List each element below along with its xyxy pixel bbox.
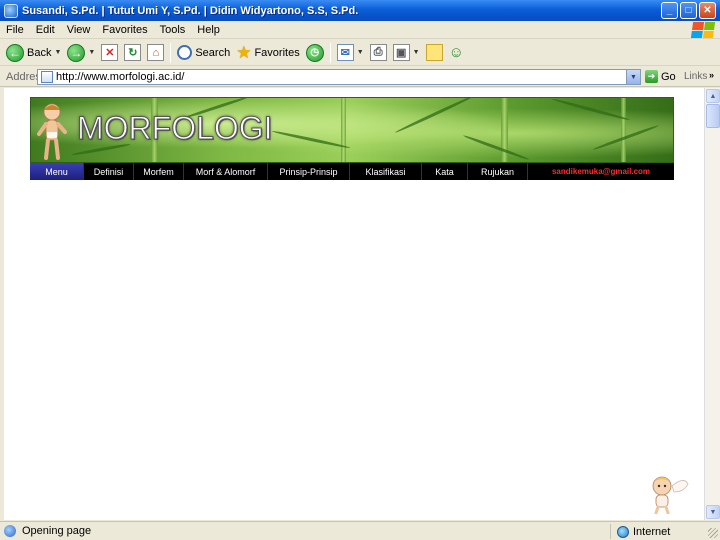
edit-icon: ▣	[392, 44, 410, 61]
nav-klasifikasi[interactable]: Klasifikasi	[350, 163, 422, 180]
favorites-label: Favorites	[254, 46, 300, 59]
nav-email-link[interactable]: sandikemuka@gmail.com	[528, 163, 674, 180]
minimize-button[interactable]: _	[661, 2, 678, 19]
favorites-star-icon: ★	[236, 43, 252, 62]
stop-icon: ✕	[101, 44, 119, 61]
go-button[interactable]: ➔ Go	[645, 70, 676, 83]
bamboo-leaf	[462, 134, 530, 161]
nav-prinsip-prinsip[interactable]: Prinsip-Prinsip	[268, 163, 350, 180]
toolbar: ← Back ▼ → ▼ ✕ ↻ ⌂ Search ★ Favorites ◷ …	[0, 40, 720, 66]
forward-button[interactable]: → ▼	[67, 42, 95, 64]
nav-morfem[interactable]: Morfem	[134, 163, 184, 180]
internet-globe-icon	[617, 525, 629, 538]
edit-dropdown-icon[interactable]: ▼	[413, 49, 420, 56]
address-url[interactable]: http://www.morfologi.ac.id/	[56, 71, 184, 83]
nav-definisi[interactable]: Definisi	[84, 163, 134, 180]
banner-title: MORFOLOGI	[77, 110, 274, 147]
nav-kata[interactable]: Kata	[422, 163, 468, 180]
menu-bar: File Edit View Favorites Tools Help	[0, 21, 720, 39]
edit-button[interactable]: ▣ ▼	[392, 42, 420, 64]
scroll-up-arrow-icon[interactable]: ▲	[706, 89, 720, 103]
home-icon: ⌂	[147, 44, 165, 61]
status-bar: Opening page Internet	[0, 521, 720, 540]
toolbar-separator	[170, 42, 172, 63]
page-viewport: MORFOLOGI Menu Definisi Morfem Morf & Al…	[4, 88, 704, 520]
address-dropdown-icon[interactable]: ▼	[626, 70, 640, 84]
mail-dropdown-icon[interactable]: ▼	[357, 49, 364, 56]
page-loading-icon	[4, 525, 16, 537]
status-text: Opening page	[22, 525, 92, 537]
address-bar: Address http://www.morfologi.ac.id/ ▼ ➔ …	[0, 67, 720, 87]
print-button[interactable]: ⎙	[369, 42, 387, 64]
nav-morf-alomorf[interactable]: Morf & Alomorf	[184, 163, 268, 180]
favorites-button[interactable]: ★ Favorites	[236, 42, 300, 64]
bamboo-leaf	[551, 98, 631, 122]
messenger-people-icon: ☺	[448, 44, 464, 61]
maximize-button[interactable]: □	[680, 2, 697, 19]
refresh-button[interactable]: ↻	[124, 42, 142, 64]
history-icon: ◷	[305, 43, 324, 62]
links-label[interactable]: Links	[684, 71, 707, 82]
stop-button[interactable]: ✕	[101, 42, 119, 64]
go-label: Go	[661, 70, 676, 83]
window-controls: _ □ ✕	[661, 2, 716, 19]
forward-dropdown-icon[interactable]: ▼	[88, 49, 95, 56]
toolbar-separator	[329, 42, 331, 63]
mail-icon: ✉	[336, 44, 354, 61]
bamboo-leaf	[394, 98, 478, 134]
menu-tools[interactable]: Tools	[154, 24, 192, 36]
back-arrow-icon: ←	[6, 43, 24, 62]
menu-favorites[interactable]: Favorites	[96, 24, 153, 36]
forward-arrow-icon: →	[67, 43, 86, 62]
angel-icon	[652, 476, 689, 514]
address-input[interactable]: http://www.morfologi.ac.id/ ▼	[37, 69, 641, 85]
ie-app-icon[interactable]	[4, 3, 18, 18]
search-button[interactable]: Search	[177, 42, 230, 64]
menu-help[interactable]: Help	[191, 24, 226, 36]
mail-button[interactable]: ✉ ▼	[336, 42, 364, 64]
messenger-button[interactable]: ☺	[449, 42, 464, 64]
site-nav: Menu Definisi Morfem Morf & Alomorf Prin…	[30, 163, 674, 180]
security-zone[interactable]: Internet	[610, 524, 670, 539]
menu-edit[interactable]: Edit	[30, 24, 61, 36]
notes-icon	[425, 44, 443, 61]
discuss-button[interactable]	[425, 42, 443, 64]
bamboo-stalk	[621, 98, 626, 162]
vertical-scrollbar[interactable]: ▲ ▼	[704, 88, 720, 520]
resize-grip-icon[interactable]	[708, 528, 718, 538]
back-label: Back	[27, 46, 52, 59]
scroll-thumb[interactable]	[706, 104, 720, 128]
cherub-icon	[37, 103, 67, 160]
search-icon	[177, 45, 193, 60]
print-icon: ⎙	[369, 44, 387, 61]
search-label: Search	[195, 46, 231, 59]
nav-menu[interactable]: Menu	[30, 163, 84, 180]
page-icon	[41, 71, 53, 83]
scroll-down-arrow-icon[interactable]: ▼	[706, 505, 720, 519]
bamboo-leaf	[271, 129, 351, 150]
window-title: Susandi, S.Pd. | Tutut Umi Y, S.Pd. | Di…	[22, 4, 359, 17]
bamboo-stalk	[341, 98, 346, 162]
title-bar: Susandi, S.Pd. | Tutut Umi Y, S.Pd. | Di…	[0, 0, 720, 21]
history-button[interactable]: ◷	[305, 42, 324, 64]
zone-label: Internet	[633, 525, 671, 538]
back-button[interactable]: ← Back ▼	[6, 42, 61, 64]
home-button[interactable]: ⌂	[147, 42, 165, 64]
bamboo-leaf	[592, 124, 660, 151]
menu-file[interactable]: File	[0, 24, 30, 36]
site-banner: MORFOLOGI	[30, 97, 674, 163]
back-dropdown-icon[interactable]: ▼	[54, 49, 61, 56]
windows-logo-icon	[690, 22, 716, 38]
nav-rujukan[interactable]: Rujukan	[468, 163, 528, 180]
menu-view[interactable]: View	[61, 24, 97, 36]
go-arrow-icon: ➔	[645, 70, 658, 83]
links-chevron-icon[interactable]: »	[709, 70, 714, 80]
close-button[interactable]: ✕	[699, 2, 716, 19]
refresh-icon: ↻	[124, 44, 142, 61]
